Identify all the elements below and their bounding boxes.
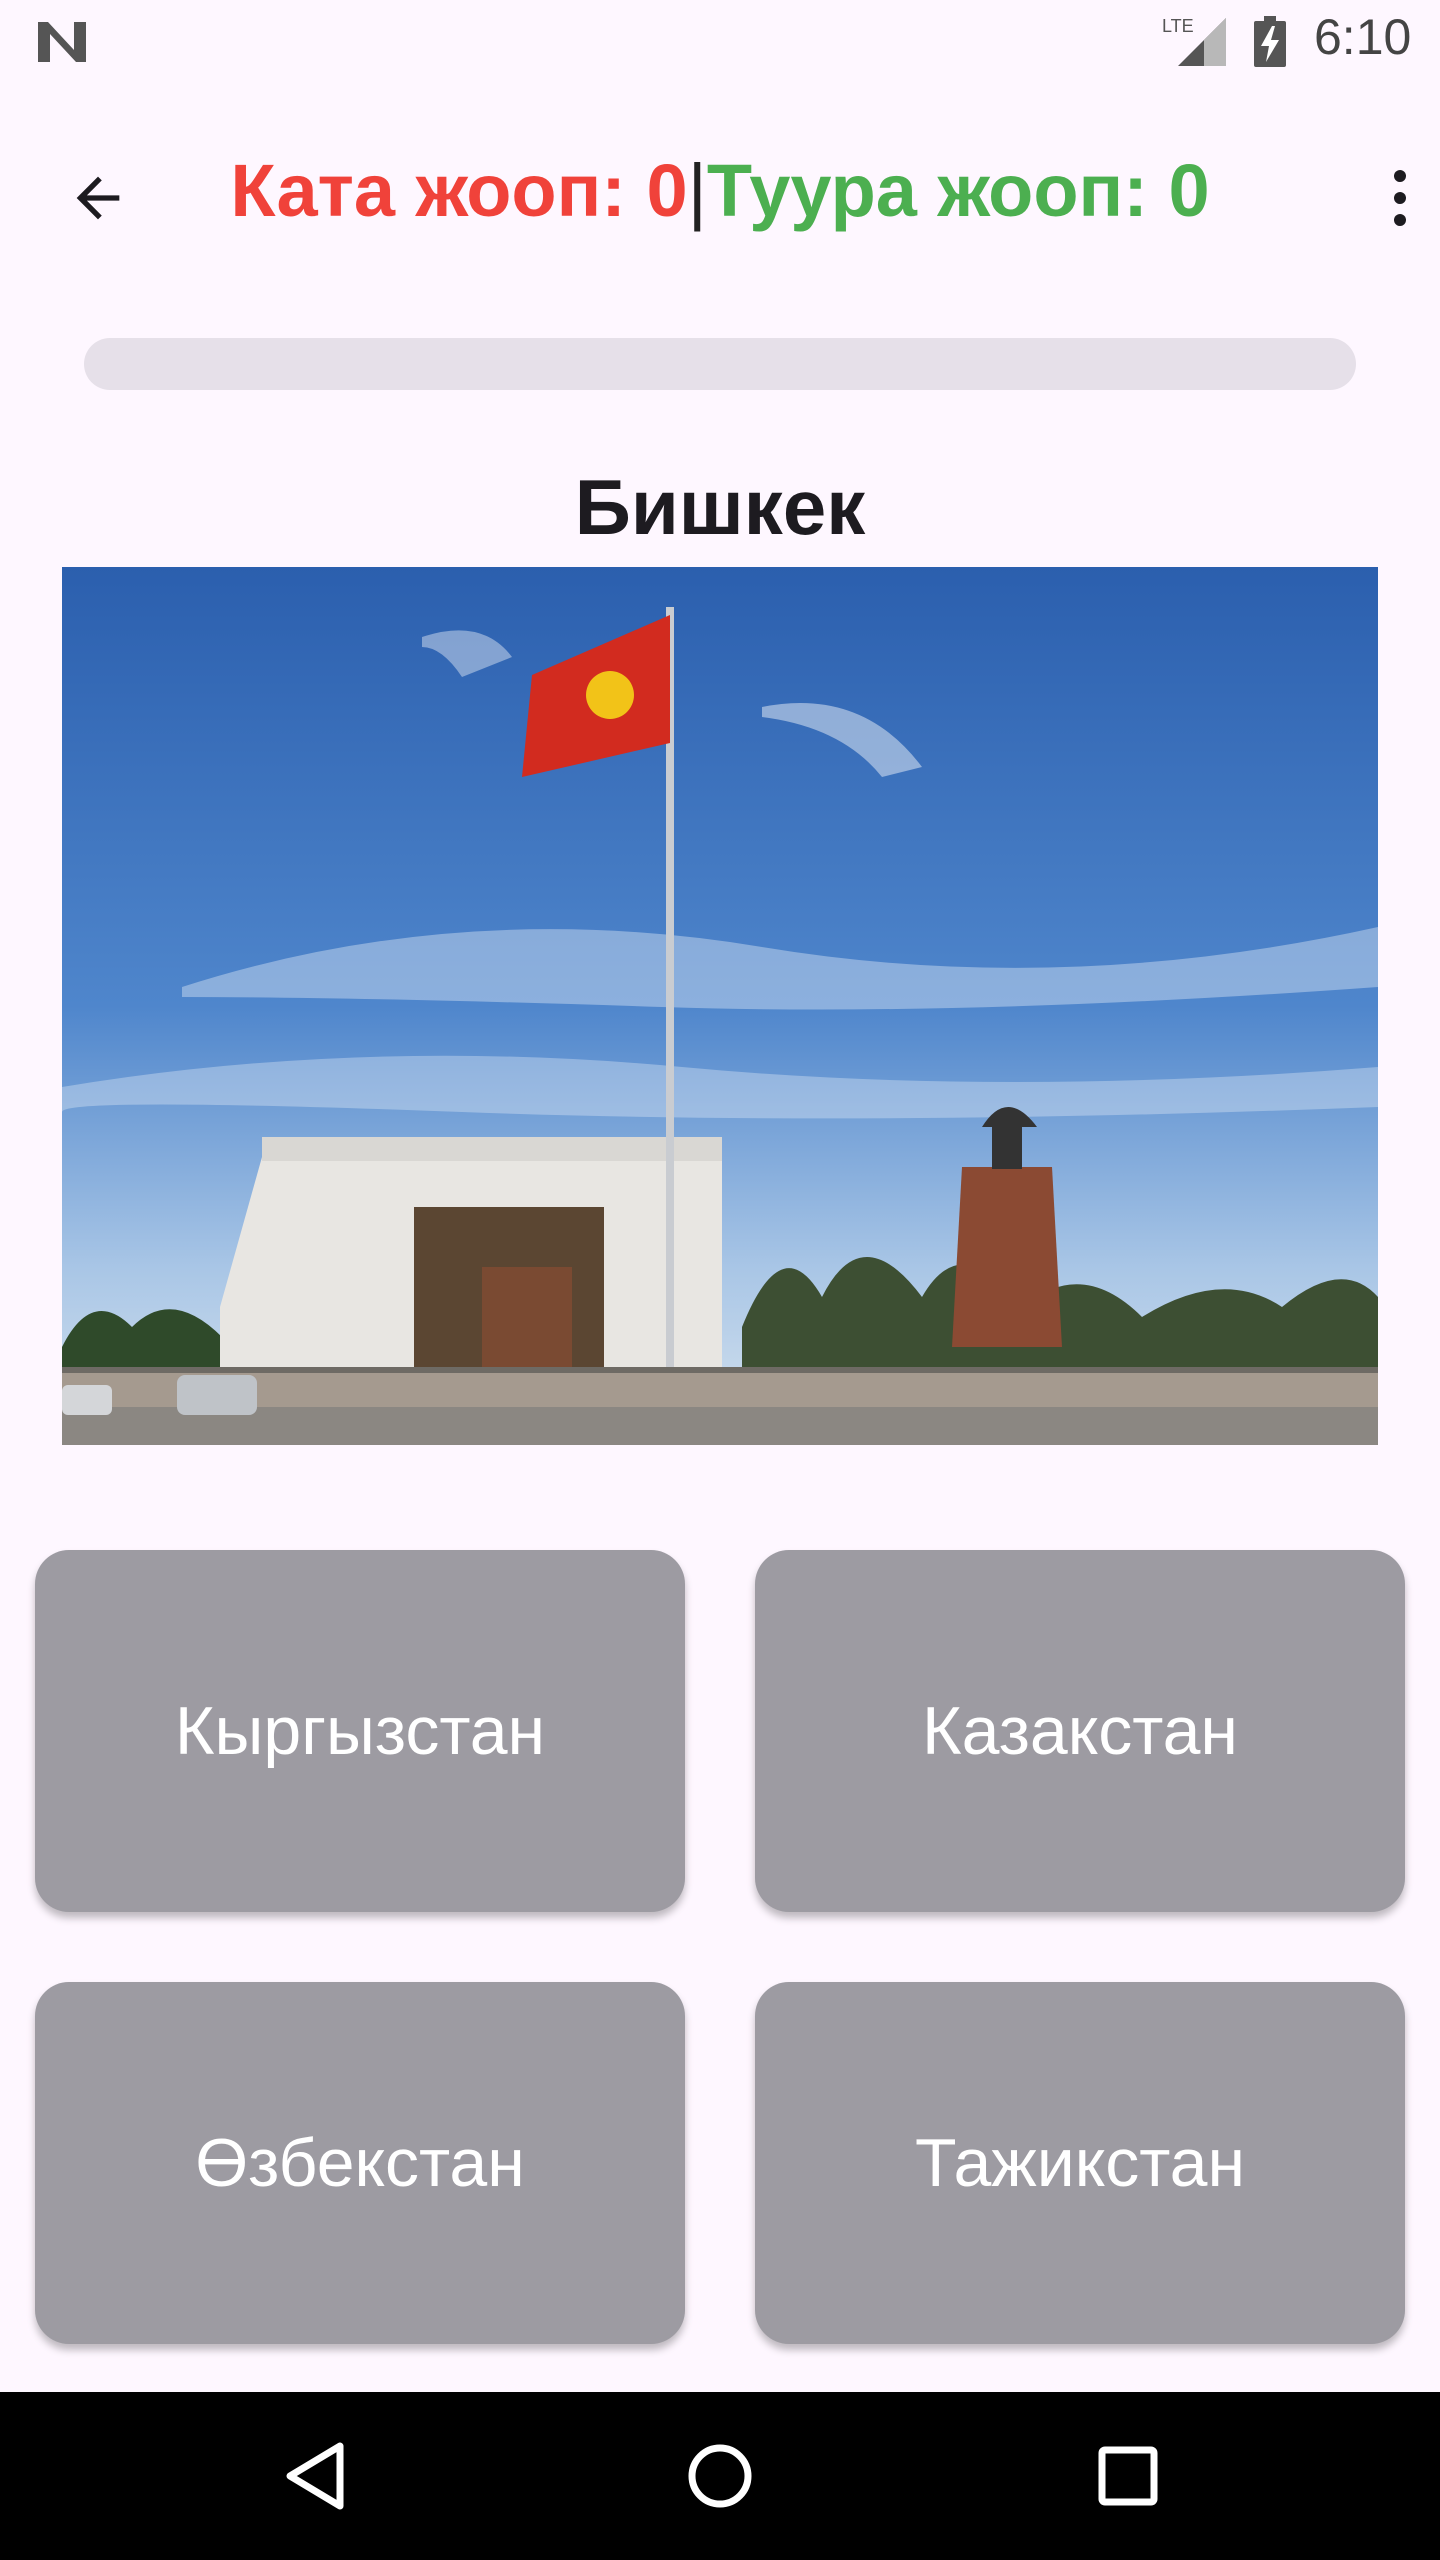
- answer-button-2[interactable]: Казакстан: [755, 1550, 1405, 1912]
- battery-charging-icon: [1254, 16, 1286, 67]
- back-arrow-icon: [76, 176, 120, 220]
- app-bar: Ката жооп: 0|Туура жооп: 0: [0, 84, 1440, 280]
- city-photo: [62, 567, 1378, 1445]
- nav-back-icon[interactable]: [280, 2440, 352, 2512]
- more-vert-icon: [1394, 170, 1406, 226]
- score-title: Ката жооп: 0|Туура жооп: 0: [200, 136, 1240, 246]
- answer-button-1[interactable]: Кыргызстан: [35, 1550, 685, 1912]
- nav-recents-icon[interactable]: [1092, 2440, 1164, 2512]
- status-bar: LTE 6:10: [0, 0, 1440, 84]
- n-icon: [38, 22, 86, 62]
- system-nav-bar: [0, 2392, 1440, 2560]
- lte-signal-icon: LTE: [1162, 16, 1226, 66]
- more-options-button[interactable]: [1370, 150, 1430, 246]
- right-answers-count: Туура жооп: 0: [706, 149, 1210, 232]
- question-city: Бишкек: [574, 463, 866, 551]
- answer-button-4[interactable]: Тажикстан: [755, 1982, 1405, 2344]
- status-time: 6:10: [1314, 9, 1412, 65]
- score-separator: |: [687, 149, 707, 232]
- back-button[interactable]: [50, 150, 146, 246]
- quiz-progress-bar: [84, 338, 1356, 390]
- nav-home-icon[interactable]: [684, 2440, 756, 2512]
- network-label: LTE: [1162, 16, 1194, 36]
- answer-button-3[interactable]: Өзбекстан: [35, 1982, 685, 2344]
- wrong-answers-count: Ката жооп: 0: [230, 149, 688, 232]
